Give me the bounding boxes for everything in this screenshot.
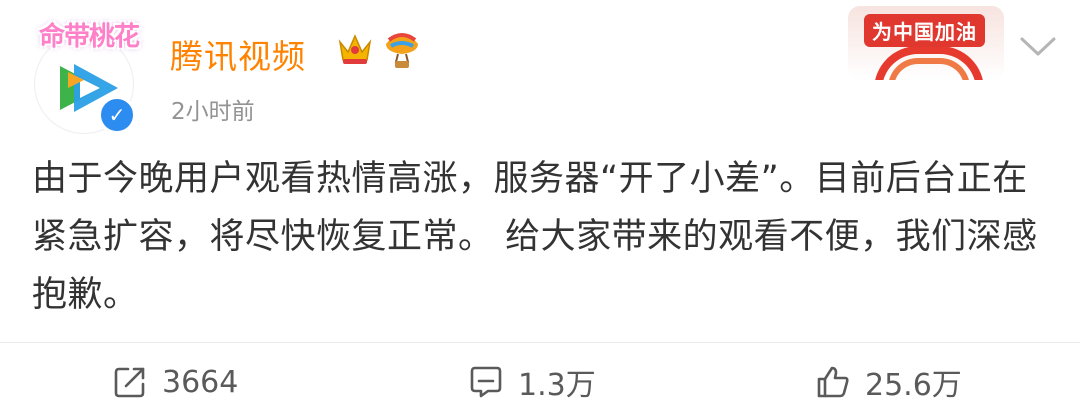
like-count: 25.6万 [865, 368, 962, 403]
weibo-post-card: 命带桃花 ✓ 腾讯视频 2小时前 为中国加油 由于今晚用户观看热情高涨，服务器“… [0, 0, 1080, 407]
verified-badge-icon: ✓ [98, 96, 136, 134]
post-timestamp[interactable]: 2小时前 [171, 92, 255, 126]
post-body-text: 由于今晚用户观看热情高涨，服务器“开了小差”。目前后台正在紧急扩容，将尽快恢复正… [32, 159, 1038, 315]
username[interactable]: 腾讯视频 [170, 30, 306, 78]
divider [0, 342, 1080, 343]
repost-count: 3664 [162, 364, 239, 400]
repost-icon [114, 367, 145, 398]
comment-icon [470, 366, 502, 398]
like-icon [817, 366, 849, 398]
avatar[interactable]: 命带桃花 ✓ [24, 12, 154, 134]
crown-badge-icon [338, 34, 372, 64]
balloon-badge-icon [386, 33, 418, 68]
campaign-badge-label: 为中国加油 [864, 14, 985, 47]
chevron-down-icon[interactable] [1018, 34, 1058, 60]
campaign-badge[interactable]: 为中国加油 [848, 6, 1004, 80]
avatar-frame-text: 命带桃花 [38, 22, 140, 52]
like-button[interactable]: 25.6万 [815, 362, 962, 403]
repost-button[interactable]: 3664 [112, 362, 238, 402]
comment-button[interactable]: 1.3万 [468, 362, 596, 403]
comment-count: 1.3万 [518, 368, 596, 403]
